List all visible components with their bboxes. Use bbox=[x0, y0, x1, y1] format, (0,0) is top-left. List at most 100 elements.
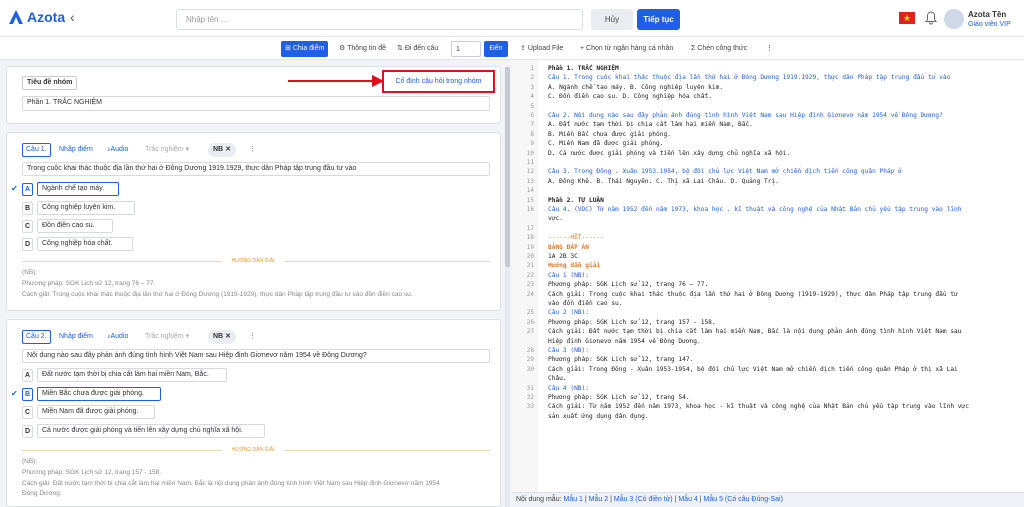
question-card: Câu 2. Nhập điểm ♪Audio Trắc nghiệm ▾ NB… bbox=[6, 319, 501, 507]
code-line[interactable]: Câu 4. (VDC) Từ năm 1952 đến năm 1973, k… bbox=[548, 205, 962, 214]
option-key[interactable]: C bbox=[22, 406, 33, 419]
code-line[interactable]: Phần 1. TRẮC NGHIỆM bbox=[548, 64, 619, 73]
code-line[interactable]: Phương pháp: SGK Lịch sử 12, trang 157 -… bbox=[548, 318, 716, 327]
fix-questions-button[interactable]: Cố định câu hỏi trong nhóm bbox=[382, 70, 495, 93]
question-more-icon[interactable]: ⋮ bbox=[249, 143, 256, 157]
upload-button[interactable]: ⇪ Upload File bbox=[520, 41, 563, 57]
code-line[interactable]: Phương pháp: SGK Lịch sử 12, trang 147. bbox=[548, 355, 693, 364]
audio-label: Audio bbox=[110, 146, 129, 153]
option-input[interactable]: Ngành chế tạo máy. bbox=[37, 182, 119, 196]
code-line[interactable]: vực. bbox=[548, 214, 563, 223]
option-input[interactable]: Miền Nam đã được giải phóng. bbox=[37, 405, 155, 419]
group-title-label[interactable]: Tiêu đề nhóm bbox=[22, 76, 78, 90]
code-line[interactable]: BẢNG ĐÁP ÁN bbox=[548, 243, 589, 252]
score-input[interactable]: Nhập điểm bbox=[59, 143, 93, 157]
template-link-1[interactable]: Mẫu 1 bbox=[563, 496, 582, 503]
option-key[interactable]: D bbox=[22, 425, 33, 438]
logo[interactable]: Azota bbox=[8, 9, 65, 25]
code-line[interactable]: Câu 1 (NB): bbox=[548, 271, 589, 280]
template-label: Nội dung mẫu: bbox=[516, 496, 562, 503]
code-line[interactable]: Cách giải: Từ năm 1952 đến năm 1973, kho… bbox=[548, 402, 969, 411]
code-line[interactable]: Hướng dẫn giải bbox=[548, 261, 600, 270]
code-line[interactable]: Cách giải: Đất nước tạm thời bị chia cắt… bbox=[548, 327, 962, 336]
name-input[interactable]: Nhập tên ... bbox=[176, 9, 583, 30]
code-line[interactable]: Phương pháp: SGK Lịch sử 12, trang 76 – … bbox=[548, 280, 708, 289]
question-more-icon[interactable]: ⋮ bbox=[249, 330, 256, 344]
question-text-input[interactable]: Trong cuộc khai thác thuộc địa lần thứ h… bbox=[22, 162, 490, 176]
question-type-select[interactable]: Trắc nghiệm ▾ bbox=[145, 143, 189, 157]
code-line[interactable]: B. Miền Bắc chưa được giải phóng. bbox=[548, 130, 671, 139]
formula-button[interactable]: Σ Chèn công thức bbox=[691, 41, 747, 57]
cancel-button[interactable]: Hủy bbox=[591, 9, 633, 30]
code-line[interactable]: Câu 2 (NB): bbox=[548, 308, 589, 317]
code-line[interactable]: Cách giải: Trong Đông - Xuân 1953-1954, … bbox=[548, 365, 958, 374]
code-line[interactable]: 1A 2B 3C bbox=[548, 252, 578, 261]
question-text-input[interactable]: Nội dung nào sau đây phản ánh đúng tình … bbox=[22, 349, 490, 363]
code-line[interactable]: Câu 3. Trong Đông . Xuân 1953.1954, bộ đ… bbox=[548, 167, 902, 176]
template-link-2[interactable]: Mẫu 2 bbox=[589, 496, 608, 503]
code-line[interactable]: Câu 3 (NB): bbox=[548, 346, 589, 355]
option-key[interactable]: B bbox=[22, 388, 33, 401]
option-input[interactable]: Công nghiệp luyện kim. bbox=[37, 201, 135, 215]
option-input[interactable]: Công nghiệp hóa chất. bbox=[37, 237, 133, 251]
option-key[interactable]: B bbox=[22, 202, 33, 215]
question-type-select[interactable]: Trắc nghiệm ▾ bbox=[145, 330, 189, 344]
avatar[interactable] bbox=[944, 9, 964, 29]
vietnam-flag-icon[interactable] bbox=[899, 12, 915, 24]
code-line[interactable]: Câu 2. Nội dung nào sau đây phản ánh đún… bbox=[548, 111, 943, 120]
code-line[interactable]: A. Đông Khê. B. Thái Nguyên. C. Thị xã L… bbox=[548, 177, 779, 186]
more-icon[interactable]: ⋮ bbox=[766, 41, 773, 57]
code-line[interactable]: Hiệp định Giơnevơ năm 1954 về Đông Dương… bbox=[548, 337, 701, 346]
code-line[interactable]: A. Đất nước tạm thời bị chia cắt làm hai… bbox=[548, 120, 753, 129]
next-button[interactable]: Tiếp tục bbox=[637, 9, 680, 30]
option-input[interactable]: Miền Bắc chưa được giải phóng. bbox=[37, 387, 161, 401]
code-line[interactable]: C. Miền Nam đã được giải phóng. bbox=[548, 139, 663, 148]
option-key[interactable]: A bbox=[22, 183, 33, 196]
audio-button[interactable]: ♪Audio bbox=[107, 143, 128, 157]
template-link-5[interactable]: Mẫu 5 (Có câu Đúng-Sai) bbox=[704, 496, 783, 503]
close-icon[interactable]: ✕ bbox=[223, 333, 231, 340]
source-editor[interactable]: 1 Phần 1. TRẮC NGHIỆM 2 Câu 1. Trong cuộc k… bbox=[512, 60, 1024, 492]
scrollbar-thumb[interactable] bbox=[505, 67, 510, 267]
template-link-4[interactable]: Mẫu 4 bbox=[678, 496, 697, 503]
option-key[interactable]: C bbox=[22, 220, 33, 233]
question-label[interactable]: Câu 2. bbox=[22, 330, 51, 344]
question-label[interactable]: Câu 1. bbox=[22, 143, 51, 157]
code-line[interactable]: A. Ngành chế tạo máy. B. Công nghiệp luy… bbox=[548, 83, 723, 92]
template-link-3[interactable]: Mẫu 3 (Có điền từ) bbox=[614, 496, 673, 503]
code-line[interactable]: ------HẾT------ bbox=[548, 233, 604, 242]
goto-input[interactable]: 1 bbox=[451, 41, 481, 57]
divider bbox=[284, 261, 490, 262]
chevron-left-icon[interactable]: ‹ bbox=[70, 9, 75, 25]
option-input[interactable]: Đất nước tạm thời bị chia cắt làm hai mi… bbox=[37, 368, 227, 382]
group-title-input[interactable]: Phần 1. TRẮC NGHIỆM bbox=[22, 96, 490, 111]
line-number: 8 bbox=[530, 130, 534, 138]
code-line[interactable]: sản xuất ứng dụng dân dụng. bbox=[548, 412, 649, 421]
option-input[interactable]: Đồn điền cao su. bbox=[37, 219, 113, 233]
code-line[interactable]: Phần 2. TỰ LUẬN bbox=[548, 196, 604, 205]
bell-icon[interactable] bbox=[925, 11, 937, 25]
score-input[interactable]: Nhập điểm bbox=[59, 330, 93, 344]
goto-button[interactable]: Đến bbox=[484, 41, 508, 57]
option-key[interactable]: A bbox=[22, 369, 33, 382]
code-line[interactable]: C. Đồn điền cao su. D. Công nghiệp hóa c… bbox=[548, 92, 712, 101]
user-info[interactable]: Azota Tên Giáo viên VIP bbox=[968, 10, 1011, 30]
option-input[interactable]: Cả nước được giải phóng và tiến lên xây … bbox=[37, 424, 265, 438]
split-score-button[interactable]: ⊞ Chia điểm bbox=[281, 41, 329, 57]
code-line[interactable]: Phương pháp: SGK Lịch sử 12, trang 54. bbox=[548, 393, 690, 402]
code-line[interactable]: Châu. bbox=[548, 374, 567, 383]
code-line[interactable]: vào đồn điền cao su. bbox=[548, 299, 623, 308]
level-chip[interactable]: NB ✕ bbox=[208, 143, 236, 157]
code-line[interactable]: Cách giải: Trong cuộc khai thác thuộc đị… bbox=[548, 290, 958, 299]
level-chip[interactable]: NB ✕ bbox=[208, 330, 236, 344]
close-icon[interactable]: ✕ bbox=[223, 146, 231, 153]
question-type-label: Trắc nghiệm bbox=[145, 333, 184, 340]
code-line[interactable]: Câu 4 (NB): bbox=[548, 384, 589, 393]
level-chip-label: NB bbox=[213, 146, 224, 153]
option-key[interactable]: D bbox=[22, 238, 33, 251]
code-line[interactable]: D. Cả nước được giải phóng và tiến lên x… bbox=[548, 149, 790, 158]
audio-button[interactable]: ♪Audio bbox=[107, 330, 128, 344]
code-line[interactable]: Câu 1. Trong cuộc khai thác thuộc địa lầ… bbox=[548, 73, 950, 82]
choose-bank-button[interactable]: + Chọn từ ngân hàng cá nhân bbox=[580, 41, 673, 57]
info-button[interactable]: ⚙ Thông tin đề bbox=[339, 41, 386, 57]
